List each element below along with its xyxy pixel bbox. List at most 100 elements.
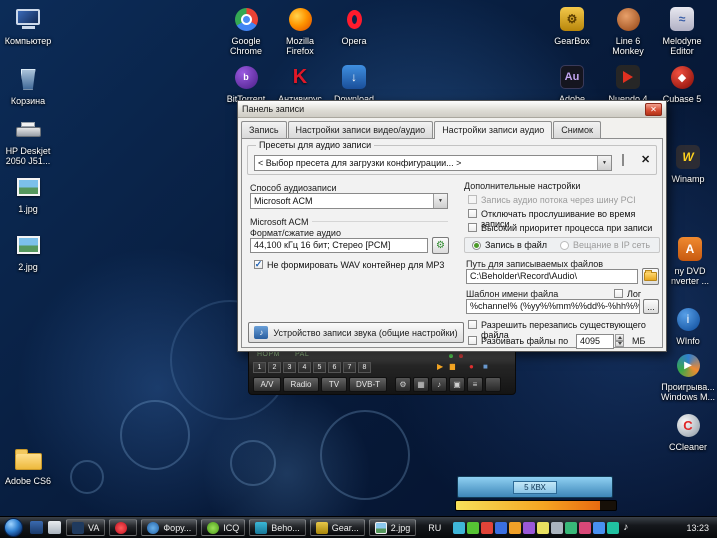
pci-audio-checkbox[interactable]: Запись аудио потока через шину PCI	[468, 195, 658, 205]
red-led	[459, 354, 463, 358]
volume-slider[interactable]	[455, 500, 617, 511]
task-button-gearbox[interactable]: Gear...	[309, 519, 365, 536]
desktop-icon-cubase5[interactable]: ◆ Cubase 5	[654, 62, 710, 104]
chevron-down-icon[interactable]: ▼	[597, 156, 611, 170]
tab-video-audio-settings[interactable]: Настройки записи видео/аудио	[287, 121, 434, 138]
desktop-icon-winamp[interactable]: W Winamp	[660, 142, 716, 184]
channel-button-7[interactable]: 7	[343, 362, 356, 373]
quick-launch-icon-2[interactable]	[48, 521, 61, 534]
tab-audio-settings[interactable]: Настройки записи аудио	[434, 121, 553, 139]
window-titlebar[interactable]: Панель записи ✕	[238, 101, 666, 118]
split-size-spinner[interactable]	[615, 334, 624, 347]
channel-button-8[interactable]: 8	[358, 362, 371, 373]
audio-icon[interactable]: ♪	[431, 377, 447, 392]
desktop-icon-wininfo[interactable]: i WInfo	[660, 304, 716, 346]
osd-icon[interactable]: ▣	[449, 377, 465, 392]
tray-icon-8[interactable]	[551, 521, 564, 534]
play-icon[interactable]: ▶	[437, 361, 443, 372]
tray-icon-11[interactable]	[593, 521, 606, 534]
log-checkbox[interactable]: Лог	[614, 289, 641, 299]
desktop-icon-google-chrome[interactable]: Google Chrome	[218, 4, 274, 56]
method-combobox[interactable]: Microsoft ACM ▼	[250, 193, 448, 209]
tray-icon-4[interactable]	[495, 521, 508, 534]
desktop-icon-melodyne[interactable]: ≈ Melodyne Editor	[654, 4, 710, 56]
save-preset-icon[interactable]	[622, 154, 624, 166]
channel-button-4[interactable]: 4	[298, 362, 311, 373]
desktop-icon-hp-printer[interactable]: HP Deskjet 2050 J51...	[0, 114, 56, 166]
task-button-2jpg[interactable]: 2.jpg	[368, 519, 417, 536]
task-button-beholder[interactable]: Beho...	[249, 519, 306, 536]
tray-icon-5[interactable]	[509, 521, 522, 534]
dvbt-button[interactable]: DVB-T	[349, 377, 387, 392]
av-button[interactable]: A/V	[253, 377, 281, 392]
chevron-down-icon[interactable]: ▼	[433, 194, 447, 208]
task-button-va[interactable]: VA	[66, 519, 106, 536]
desktop-icon-adobe-audition[interactable]: Au Adobe	[544, 62, 600, 104]
radio-button[interactable]: Radio	[283, 377, 319, 392]
stop-icon[interactable]: ■	[483, 361, 488, 372]
desktop-icon-adobe-cs6-folder[interactable]: Adobe CS6	[0, 444, 56, 486]
split-size-input[interactable]: 4095	[576, 334, 614, 349]
tab-record[interactable]: Запись	[241, 121, 287, 138]
template-browse-button[interactable]: ...	[643, 299, 659, 314]
delete-preset-icon[interactable]: ✕	[641, 154, 650, 166]
record-to-file-radio[interactable]: Запись в файл	[472, 240, 547, 250]
desktop-icon-firefox[interactable]: Mozilla Firefox	[272, 4, 328, 56]
tray-icon-7[interactable]	[537, 521, 550, 534]
tray-icon-6[interactable]	[523, 521, 536, 534]
volume-fill	[456, 501, 600, 510]
preset-combobox[interactable]: < Выбор пресета для загрузки конфигураци…	[254, 155, 612, 171]
pause-icon[interactable]: ▮▮	[449, 361, 456, 372]
tray-icon-9[interactable]	[565, 521, 578, 534]
channel-button-6[interactable]: 6	[328, 362, 341, 373]
channel-button-2[interactable]: 2	[268, 362, 281, 373]
language-indicator[interactable]: RU	[424, 523, 445, 533]
browse-folder-icon[interactable]	[642, 268, 659, 285]
desktop-icon-line6-monkey[interactable]: Line 6 Monkey	[600, 4, 656, 56]
channel-button-5[interactable]: 5	[313, 362, 326, 373]
record-icon[interactable]: ●	[469, 361, 474, 372]
format-input[interactable]: 44,100 кГц 16 бит; Стерео [PCM]	[250, 238, 428, 253]
record-path-input[interactable]: C:\Beholder\Record\Audio\	[466, 269, 638, 284]
speaker-icon[interactable]: ♪	[623, 522, 628, 533]
desktop-icon-ccleaner[interactable]: C CCleaner	[660, 410, 716, 452]
teletext-icon[interactable]: ▦	[413, 377, 429, 392]
tv-button[interactable]: TV	[321, 377, 347, 392]
close-button[interactable]: ✕	[645, 102, 662, 116]
menu-icon[interactable]: ≡	[467, 377, 483, 392]
no-wav-checkbox[interactable]: ✓ Не формировать WAV контейнер для MP3	[254, 259, 454, 270]
filename-template-input[interactable]: %channel% (%yy%%mm%%dd%-%hh%%nn%	[466, 299, 640, 314]
tray-icon-1[interactable]	[453, 521, 466, 534]
desktop-icon-1jpg[interactable]: 1.jpg	[0, 172, 56, 214]
quick-launch-icon-1[interactable]	[30, 521, 43, 534]
desktop-icon-computer[interactable]: Компьютер	[0, 4, 56, 46]
channel-button-1[interactable]: 1	[253, 362, 266, 373]
tray-icon-10[interactable]	[579, 521, 592, 534]
broadcast-ip-radio[interactable]: Вещание в IP сеть	[560, 240, 650, 250]
desktop-icon-recycle-bin[interactable]: Корзина	[0, 64, 56, 106]
desktop-icon-any-dvd-converter[interactable]: A ny DVD nverter ...	[662, 234, 717, 286]
desktop-icon-gearbox[interactable]: ⚙ GearBox	[544, 4, 600, 46]
tray-icon-12[interactable]	[607, 521, 620, 534]
desktop-icon-antivirus[interactable]: K Антивирус	[272, 62, 328, 105]
tab-snapshot[interactable]: Снимок	[553, 121, 601, 138]
desktop-icon-bittorrent[interactable]: b BitTorrent	[218, 62, 274, 104]
tray-icon-3[interactable]	[481, 521, 494, 534]
desktop-icon-opera[interactable]: Opera	[326, 4, 382, 46]
high-priority-checkbox[interactable]: Высокий приоритет процесса при записи	[468, 223, 658, 233]
start-button[interactable]	[4, 518, 23, 537]
desktop-icon-windows-media-player[interactable]: ▶ Проигрыва... Windows M...	[660, 350, 716, 402]
task-button-opera[interactable]	[109, 519, 138, 536]
sound-device-settings-button[interactable]: ♪ Устройство записи звука (общие настрой…	[248, 322, 464, 343]
task-button-icq[interactable]: ICQ	[201, 519, 246, 536]
codec-settings-icon[interactable]: ⚙	[432, 237, 449, 254]
desktop-icon-download[interactable]: ↓ Download	[326, 62, 382, 104]
channel-button-3[interactable]: 3	[283, 362, 296, 373]
settings-icon[interactable]: ⚙	[395, 377, 411, 392]
screenshot-icon[interactable]	[485, 377, 501, 392]
task-button-forum[interactable]: Фору...	[141, 519, 198, 536]
split-files-checkbox[interactable]: Разбивать файлы по	[468, 336, 568, 346]
tray-icon-2[interactable]	[467, 521, 480, 534]
desktop-icon-nuendo4[interactable]: Nuendo 4	[600, 62, 656, 104]
desktop-icon-2jpg[interactable]: 2.jpg	[0, 230, 56, 272]
